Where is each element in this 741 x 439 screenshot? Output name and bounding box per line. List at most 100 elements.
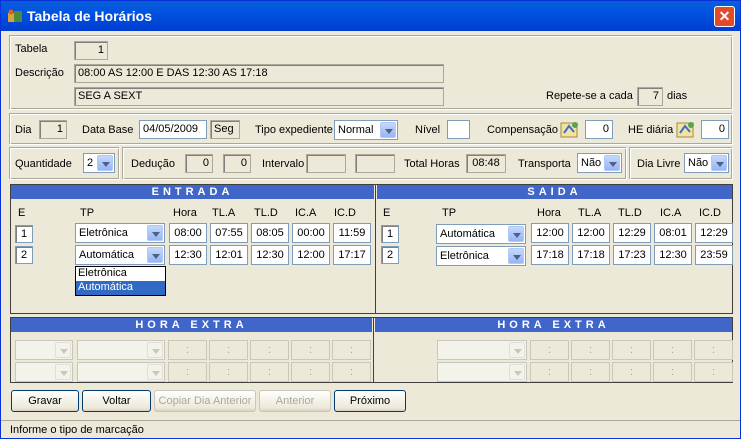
saida-row-1-ica[interactable]: 08:01 (654, 223, 692, 243)
tipo-expediente-value: Normal (338, 124, 374, 136)
entrada-row-1-tp-value: Eletrônica (79, 227, 128, 239)
descricao-line-2: SEG A SEXT (74, 87, 444, 106)
data-base-input[interactable]: 04/05/2009 (139, 120, 207, 139)
he-diaria-input[interactable]: 0 (701, 120, 729, 139)
chevron-down-icon (147, 364, 163, 380)
compensacao-label: Compensação (487, 124, 558, 136)
entrada-col-ica: IC.A (295, 207, 317, 219)
saida-row-1-tp-select[interactable]: Automática (436, 224, 526, 244)
hora-extra-right-header: HORA EXTRA (375, 318, 732, 332)
saida-row-2-tla[interactable]: 17:18 (572, 245, 610, 265)
hora-extra-right-row-1-select-2 (437, 340, 527, 360)
saida-row-2-tp-value: Eletrônica (440, 250, 489, 262)
entrada-col-hora: Hora (173, 207, 197, 219)
dia-livre-select[interactable]: Não (684, 153, 729, 173)
entrada-row-1-tp-select[interactable]: Eletrônica (75, 223, 165, 243)
saida-row-2-icd[interactable]: 23:59 (695, 245, 733, 265)
entrada-row-1-icd[interactable]: 11:59 (333, 223, 371, 243)
entrada-col-icd: IC.D (334, 207, 356, 219)
hora-extra-right-row-2-time-4: : (653, 362, 692, 382)
entrada-row-1-tla[interactable]: 07:55 (210, 223, 248, 243)
tp-dropdown-list: Eletrônica Automática (75, 266, 166, 296)
chevron-down-icon (509, 342, 525, 358)
dia-livre-label: Dia Livre (637, 158, 681, 170)
entrada-row-2-tld[interactable]: 12:30 (251, 245, 289, 265)
hora-extra-left-row-2-select-2 (77, 362, 165, 382)
entrada-row-1-tld[interactable]: 08:05 (251, 223, 289, 243)
intervalo-field-2 (355, 154, 395, 173)
repete-field: 7 (637, 87, 663, 106)
saida-row-2-ica[interactable]: 12:30 (654, 245, 692, 265)
hora-extra-right-row-2-time-3: : (612, 362, 651, 382)
entrada-row-1-hora[interactable]: 08:00 (169, 223, 207, 243)
hora-extra-right-row-2-select-2 (437, 362, 527, 382)
main-window: Tabela de Horários ✕ Tabela 1 Descrição … (0, 0, 741, 439)
entrada-row-2-hora[interactable]: 12:30 (169, 245, 207, 265)
descricao-label: Descrição (15, 67, 64, 79)
saida-row-2-hora[interactable]: 17:18 (531, 245, 569, 265)
hora-extra-right-row-2-time-1: : (530, 362, 569, 382)
saida-row-1-tla[interactable]: 12:00 (572, 223, 610, 243)
entrada-row-2-ica[interactable]: 12:00 (292, 245, 330, 265)
title-bar: Tabela de Horários ✕ (1, 1, 740, 31)
nivel-label: Nível (415, 124, 441, 136)
tipo-expediente-select[interactable]: Normal (334, 120, 398, 140)
quantidade-select[interactable]: 2 (83, 153, 115, 173)
nivel-input[interactable] (447, 120, 470, 139)
intervalo-label: Intervalo (262, 158, 305, 170)
saida-col-icd: IC.D (699, 207, 721, 219)
saida-col-tld: TL.D (618, 207, 642, 219)
entrada-row-1-ica[interactable]: 00:00 (292, 223, 330, 243)
saida-row-1-tld[interactable]: 12:29 (613, 223, 651, 243)
saida-row-2-tld[interactable]: 17:23 (613, 245, 651, 265)
quantidade-value: 2 (87, 157, 94, 169)
entrada-row-1-index: 1 (15, 225, 33, 243)
chevron-down-icon[interactable] (147, 225, 163, 241)
chevron-down-icon[interactable] (508, 248, 524, 264)
hora-extra-right-row-1-time-3: : (612, 340, 651, 360)
entrada-row-2-icd[interactable]: 17:17 (333, 245, 371, 265)
close-button[interactable]: ✕ (714, 6, 735, 27)
chevron-down-icon[interactable] (97, 155, 113, 171)
hora-extra-right-row-1-time-1: : (530, 340, 569, 360)
hora-extra-left-row-2-time-2: : (209, 362, 248, 382)
saida-row-2-tp-select[interactable]: Eletrônica (436, 246, 526, 266)
calculator-icon[interactable] (676, 120, 696, 140)
anterior-button[interactable]: Anterior (259, 390, 331, 412)
tabela-field: 1 (74, 41, 108, 60)
saida-col-tp: TP (442, 207, 457, 219)
hora-extra-left-row-2-time-1: : (168, 362, 207, 382)
saida-row-1-index: 1 (381, 225, 399, 243)
chevron-down-icon (509, 364, 525, 380)
hora-extra-right-row-1-time-4: : (653, 340, 692, 360)
entrada-row-2-tla[interactable]: 12:01 (210, 245, 248, 265)
saida-row-1-hora[interactable]: 12:00 (531, 223, 569, 243)
hora-extra-right-row-2-time-5: : (694, 362, 733, 382)
chevron-down-icon[interactable] (604, 155, 620, 171)
tp-option-automatica[interactable]: Automática (76, 281, 165, 295)
chevron-down-icon[interactable] (380, 122, 396, 138)
descricao-line-1: 08:00 AS 12:00 E DAS 12:30 AS 17:18 (74, 64, 444, 83)
saida-col-tla: TL.A (578, 207, 602, 219)
chevron-down-icon[interactable] (508, 226, 524, 242)
calculator-icon[interactable] (560, 120, 580, 140)
hora-extra-left-row-2-time-4: : (291, 362, 330, 382)
hora-extra-left-row-1-select-2 (77, 340, 165, 360)
transporta-select[interactable]: Não (577, 153, 622, 173)
chevron-down-icon[interactable] (711, 155, 727, 171)
voltar-button[interactable]: Voltar (82, 390, 151, 412)
chevron-down-icon (55, 364, 71, 380)
saida-row-2-index: 2 (381, 246, 399, 264)
compensacao-input[interactable]: 0 (585, 120, 613, 139)
proximo-button[interactable]: Próximo (334, 390, 406, 412)
saida-row-1-icd[interactable]: 12:29 (695, 223, 733, 243)
hora-extra-left-row-2-select-1 (15, 362, 73, 382)
dia-label: Dia (15, 124, 32, 136)
hora-extra-left-row-1-time-1: : (168, 340, 207, 360)
tp-option-eletronica[interactable]: Eletrônica (76, 267, 165, 281)
entrada-row-2-tp-select[interactable]: Automática (75, 245, 165, 265)
hora-extra-right-row-1-time-2: : (571, 340, 610, 360)
copiar-dia-anterior-button[interactable]: Copiar Dia Anterior (154, 390, 256, 412)
gravar-button[interactable]: Gravar (11, 390, 79, 412)
chevron-down-icon[interactable] (147, 247, 163, 263)
